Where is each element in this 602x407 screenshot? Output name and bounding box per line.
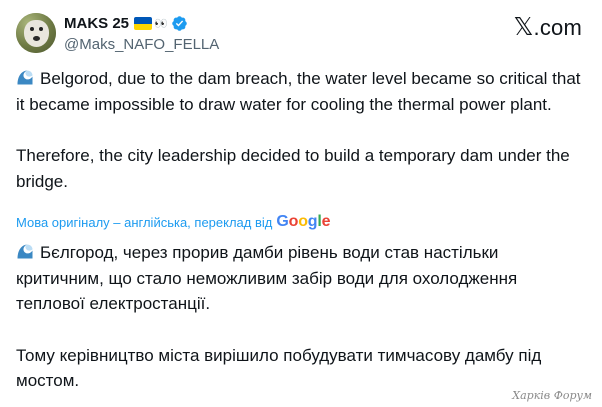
avatar[interactable] bbox=[16, 13, 56, 53]
verified-badge-icon bbox=[171, 16, 187, 31]
tweet-paragraph: Therefore, the city leadership decided t… bbox=[16, 146, 570, 191]
paragraph-text: Belgorod, due to the dam breach, the wat… bbox=[16, 69, 581, 114]
google-logo-icon: Google bbox=[276, 213, 331, 230]
translation-attribution[interactable]: Мова оригіналу – англійська, переклад ві… bbox=[16, 213, 331, 231]
tweet-card: MAKS 25 👀 @Maks_NAFO_FELLA 𝕏 .com Belgoro… bbox=[0, 0, 602, 407]
translation-label[interactable]: Мова оригіналу – англійська, переклад ві… bbox=[16, 215, 272, 230]
eyes-emoji-icon: 👀 bbox=[154, 18, 168, 30]
paragraph-text: Бєлгород, через прорив дамби рівень води… bbox=[16, 243, 518, 313]
display-name[interactable]: MAKS 25 bbox=[64, 15, 129, 32]
ukraine-flag-icon bbox=[134, 17, 153, 30]
author-info: MAKS 25 👀 @Maks_NAFO_FELLA bbox=[64, 14, 219, 53]
tweet-paragraph: Бєлгород, через прорив дамби рівень води… bbox=[16, 240, 588, 317]
tweet-text-original: Belgorod, due to the dam breach, the wat… bbox=[16, 66, 588, 194]
water-wave-icon bbox=[16, 242, 34, 260]
x-logo-icon: 𝕏 bbox=[513, 13, 534, 41]
watermark: Харків Форум bbox=[512, 389, 592, 402]
tweet-paragraph: Тому керівництво міста вирішило побудува… bbox=[16, 345, 542, 391]
author-handle[interactable]: @Maks_NAFO_FELLA bbox=[64, 36, 219, 53]
tweet-paragraph: Belgorod, due to the dam breach, the wat… bbox=[16, 66, 588, 117]
tweet-text-translated: Бєлгород, через прорив дамби рівень води… bbox=[16, 240, 588, 394]
water-wave-icon bbox=[16, 68, 34, 86]
tweet-header: MAKS 25 👀 @Maks_NAFO_FELLA bbox=[16, 11, 219, 55]
x-logo: 𝕏 .com bbox=[513, 12, 582, 42]
x-logo-text: .com bbox=[533, 15, 582, 40]
